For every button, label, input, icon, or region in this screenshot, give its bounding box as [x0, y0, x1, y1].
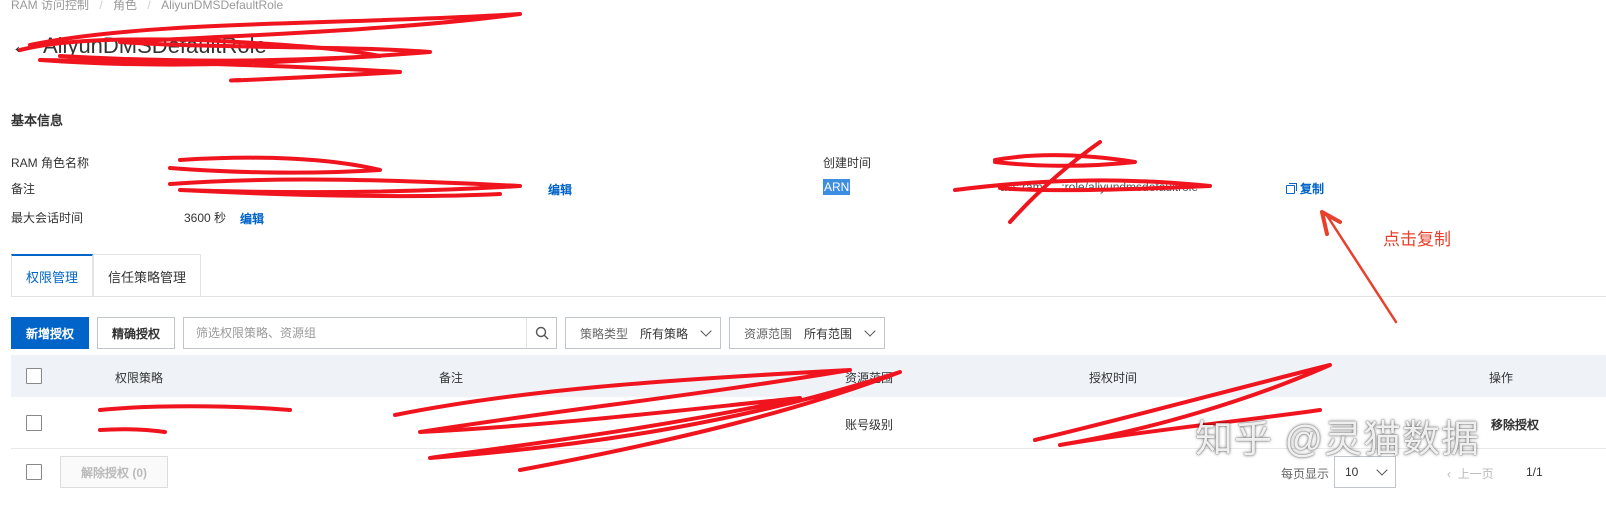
column-header-policy: 权限策略 [115, 371, 164, 385]
chevron-down-icon [864, 325, 876, 337]
back-arrow-icon[interactable]: ← [11, 35, 33, 57]
precise-authorization-button[interactable]: 精确授权 [97, 317, 176, 349]
create-time-label: 创建时间 [823, 156, 872, 170]
prev-page-button[interactable]: ‹ 上一页 [1447, 465, 1494, 482]
search-input[interactable] [184, 318, 527, 348]
add-authorization-button[interactable]: 新增授权 [11, 317, 90, 349]
resource-scope-value: 所有范围 [804, 326, 853, 341]
watermark: 知乎 @灵猫数据 [1195, 419, 1481, 461]
chevron-down-icon [700, 325, 712, 337]
page-size-value: 10 [1345, 465, 1359, 479]
tab-divider [11, 296, 1606, 297]
page-count: 1/1 [1526, 465, 1543, 479]
breadcrumb-item-ram[interactable]: RAM 访问控制 [11, 0, 89, 13]
toolbar: 新增授权 精确授权 策略类型 所有策略 资源范围 所有范围 [11, 317, 886, 349]
tab-permissions[interactable]: 权限管理 [11, 254, 94, 297]
search-box [183, 317, 558, 349]
page-header: ← AliyunDMSDefaultRole [11, 30, 267, 62]
row-checkbox[interactable] [26, 415, 42, 431]
search-button[interactable] [526, 318, 556, 348]
tab-bar: 权限管理 信任策略管理 [11, 254, 202, 297]
policy-type-select[interactable]: 策略类型 所有策略 [565, 317, 722, 349]
arn-copy-label: 复制 [1300, 182, 1325, 196]
breadcrumb-item-roles[interactable]: 角色 [113, 0, 137, 13]
arn-value: acs:ram::…:role/aliyundmsdefaultrole [1000, 180, 1199, 194]
table-header: 权限策略 备注 资源范围 授权时间 操作 [11, 355, 1606, 397]
remark-edit-link[interactable]: 编辑 [548, 181, 572, 198]
policy-type-value: 所有策略 [640, 326, 689, 341]
column-header-actions: 操作 [1489, 371, 1514, 385]
breadcrumb-item-current: AliyunDMSDefaultRole [161, 0, 284, 12]
resource-scope-label: 资源范围 [744, 326, 793, 341]
copy-icon [1286, 183, 1297, 194]
annotation-click-copy: 点击复制 [1383, 230, 1451, 249]
role-name-label: RAM 角色名称 [11, 156, 90, 170]
tab-trust-policy[interactable]: 信任策略管理 [93, 254, 202, 297]
column-header-scope: 资源范围 [845, 371, 894, 385]
remark-label: 备注 [11, 182, 36, 196]
column-header-remark: 备注 [439, 371, 464, 385]
breadcrumb: RAM 访问控制 / 角色 / AliyunDMSDefaultRole [11, 0, 283, 12]
breadcrumb-separator: / [147, 0, 151, 12]
max-session-value: 3600 秒 [184, 211, 227, 225]
arn-label: ARN [823, 179, 851, 195]
policy-type-label: 策略类型 [580, 326, 629, 341]
select-all-checkbox[interactable] [26, 368, 42, 384]
arn-copy-button[interactable]: 复制 [1286, 180, 1324, 197]
chevron-down-icon [1376, 464, 1389, 476]
page-title: AliyunDMSDefaultRole [43, 33, 267, 58]
prev-page-label: 上一页 [1457, 467, 1494, 481]
row-scope: 账号级别 [845, 418, 894, 432]
page-size-label: 每页显示 [1281, 467, 1330, 481]
breadcrumb-separator: / [99, 0, 103, 12]
row-remove-link[interactable]: 移除授权 [1491, 416, 1539, 433]
remove-authorization-button[interactable]: 解除授权 (0) [60, 456, 169, 488]
search-icon [535, 326, 549, 340]
footer-select-all-checkbox[interactable] [26, 464, 42, 480]
column-header-auth-time: 授权时间 [1089, 371, 1138, 385]
max-session-label: 最大会话时间 [11, 211, 84, 225]
max-session-edit-link[interactable]: 编辑 [240, 210, 264, 227]
arn-label-text: ARN [823, 179, 851, 195]
resource-scope-select[interactable]: 资源范围 所有范围 [729, 317, 886, 349]
section-title-basic-info: 基本信息 [11, 113, 64, 128]
